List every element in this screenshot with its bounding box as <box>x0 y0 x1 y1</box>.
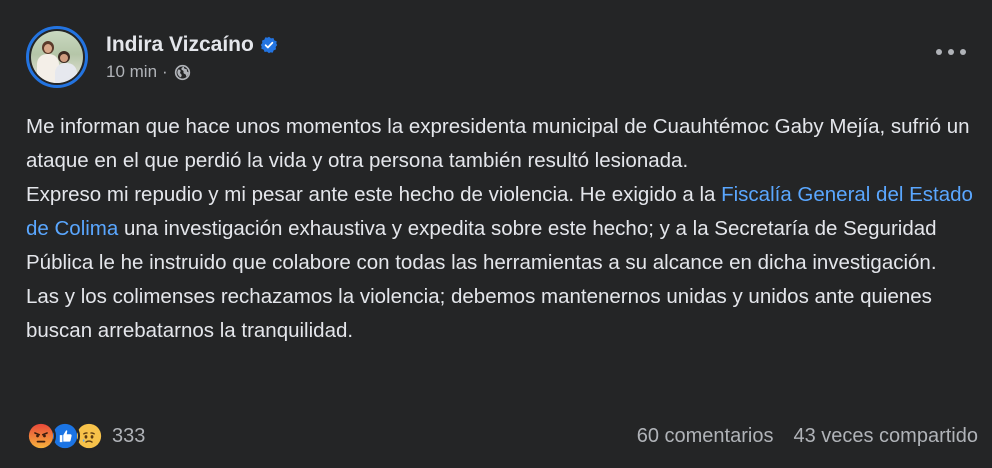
post-footer: 333 60 comentarios 43 veces compartido <box>26 418 978 454</box>
reactions-summary[interactable]: 333 <box>26 421 145 451</box>
post-meta: Indira Vizcaíno 10 min · <box>106 32 278 82</box>
profile-photo <box>31 31 83 83</box>
author-name[interactable]: Indira Vizcaíno <box>106 32 254 58</box>
more-options-icon[interactable] <box>936 44 966 60</box>
paragraph-2-text-after: una investigación exhaustiva y expedita … <box>26 217 937 274</box>
post-paragraph-1: Me informan que hace unos momentos la ex… <box>26 115 970 172</box>
post-card: Indira Vizcaíno 10 min · Me informan que… <box>0 0 992 468</box>
avatar[interactable] <box>26 26 88 88</box>
post-body: Me informan que hace unos momentos la ex… <box>26 110 976 348</box>
post-time[interactable]: 10 min <box>106 62 157 82</box>
post-paragraph-2: Expreso mi repudio y mi pesar ante este … <box>26 178 976 280</box>
comments-count-link[interactable]: 60 comentarios <box>637 425 774 448</box>
author-row: Indira Vizcaíno <box>106 32 278 58</box>
globe-icon[interactable] <box>174 64 191 81</box>
angry-reaction-icon <box>26 421 56 451</box>
reaction-count: 333 <box>112 424 146 447</box>
engagement-stats: 60 comentarios 43 veces compartido <box>637 425 978 448</box>
post-header: Indira Vizcaíno 10 min · <box>26 26 278 88</box>
post-time-row: 10 min · <box>106 62 278 82</box>
post-paragraph-3: Las y los colimenses rechazamos la viole… <box>26 285 932 342</box>
separator: · <box>162 62 168 81</box>
shares-count-link[interactable]: 43 veces compartido <box>793 425 978 448</box>
verified-badge-icon <box>260 36 278 54</box>
paragraph-2-text-before: Expreso mi repudio y mi pesar ante este … <box>26 183 722 206</box>
